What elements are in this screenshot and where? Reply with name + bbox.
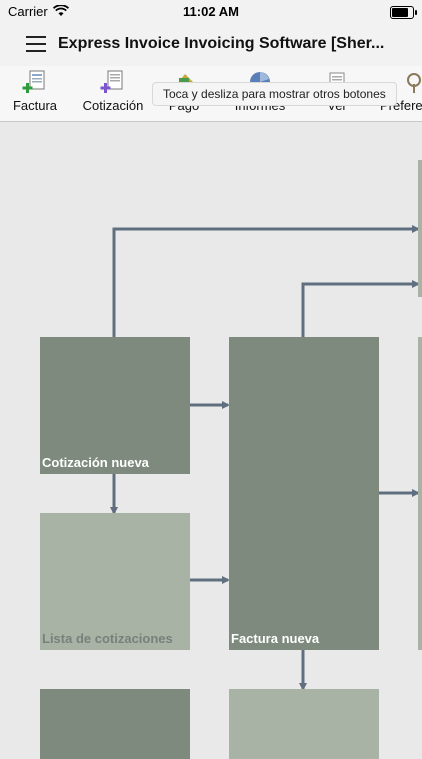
node-label-lista-de-cotizaciones: Lista de cotizaciones — [42, 631, 173, 646]
scroll-hint-tooltip: Toca y desliza para mostrar otros botone… — [152, 82, 397, 106]
invoice-plus-icon — [22, 70, 48, 94]
battery-icon — [390, 6, 417, 19]
quote-plus-icon — [100, 70, 126, 94]
flowchart-canvas[interactable]: Cotización nueva Lista de cotizaciones F… — [0, 122, 422, 759]
flow-node-offscreen-right[interactable] — [418, 337, 422, 650]
clock: 11:02 AM — [183, 4, 239, 19]
flow-node-cotizacion-nueva[interactable]: Cotización nueva — [40, 337, 190, 474]
toolbar-label-factura: Factura — [12, 98, 58, 113]
toolbar-label-cotizacion: Cotización — [82, 98, 144, 113]
node-label-factura-nueva: Factura nueva — [231, 631, 320, 646]
node-label-cotizacion-nueva: Cotización nueva — [42, 455, 149, 470]
toolbar-button-cotizacion[interactable]: Cotización — [82, 70, 144, 113]
flow-node-lista-de-cotizaciones[interactable]: Lista de cotizaciones — [40, 513, 190, 650]
hamburger-menu-icon[interactable] — [26, 36, 46, 52]
flow-node-factura-nueva[interactable]: Factura nueva — [229, 337, 379, 650]
title-bar: Express Invoice Invoicing Software [Sher… — [0, 24, 422, 66]
window-title: Express Invoice Invoicing Software [Sher… — [58, 35, 385, 52]
flow-node-bottom-center[interactable] — [229, 689, 379, 759]
connector-factura-to-right-upper — [301, 280, 420, 337]
toolbar-button-factura[interactable]: Factura — [12, 70, 58, 113]
flow-node-offscreen-top-right[interactable] — [418, 160, 422, 297]
preferences-icon — [404, 70, 422, 94]
status-bar: Carrier 11:02 AM — [0, 0, 422, 24]
flow-node-bottom-left[interactable] — [40, 689, 190, 759]
